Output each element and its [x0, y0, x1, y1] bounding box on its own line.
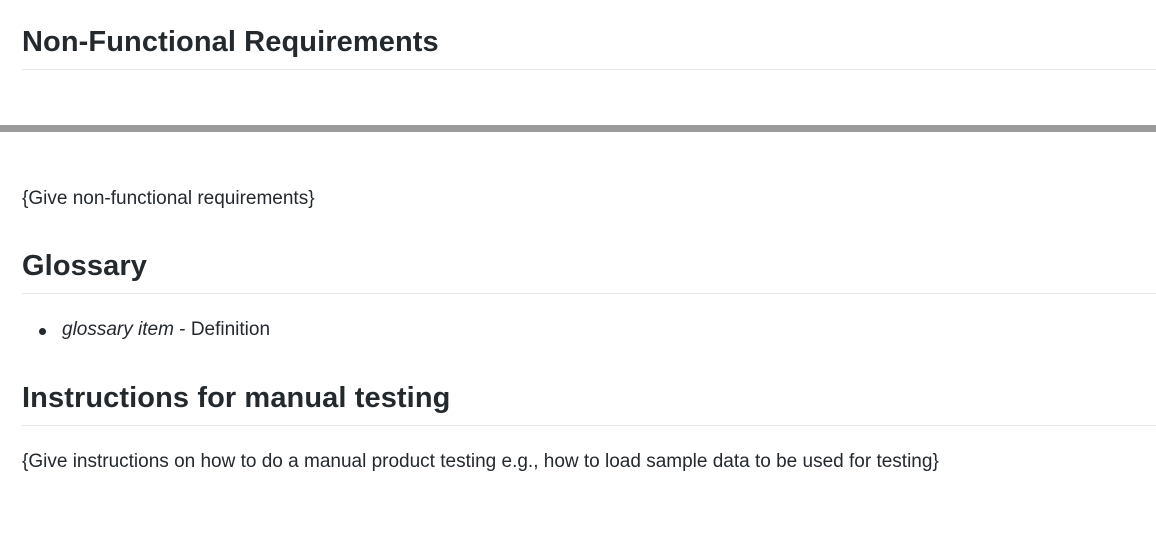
horizontal-rule: [0, 125, 1156, 132]
glossary-definition: Definition: [190, 319, 271, 340]
list-item: glossary item - Definition: [22, 318, 270, 342]
manual-testing-placeholder-text: {Give instructions on how to do a manual…: [22, 451, 939, 472]
glossary-heading: Glossary: [22, 250, 147, 282]
manual-testing-heading-block: Instructions for manual testing: [22, 378, 1156, 426]
manual-testing-heading: Instructions for manual testing: [22, 382, 451, 414]
nfr-heading-block: Non-Functional Requirements: [22, 22, 1156, 70]
glossary-separator: -: [173, 319, 191, 340]
bullet-icon: [39, 328, 46, 335]
nfr-placeholder-text: {Give non-functional requirements}: [22, 188, 315, 209]
glossary-term: glossary item: [62, 319, 174, 340]
document-page: Non-Functional Requirements {Give non-fu…: [0, 0, 1156, 541]
glossary-heading-block: Glossary: [22, 246, 1156, 294]
glossary-list: glossary item - Definition: [22, 318, 270, 342]
nfr-heading: Non-Functional Requirements: [22, 26, 439, 58]
